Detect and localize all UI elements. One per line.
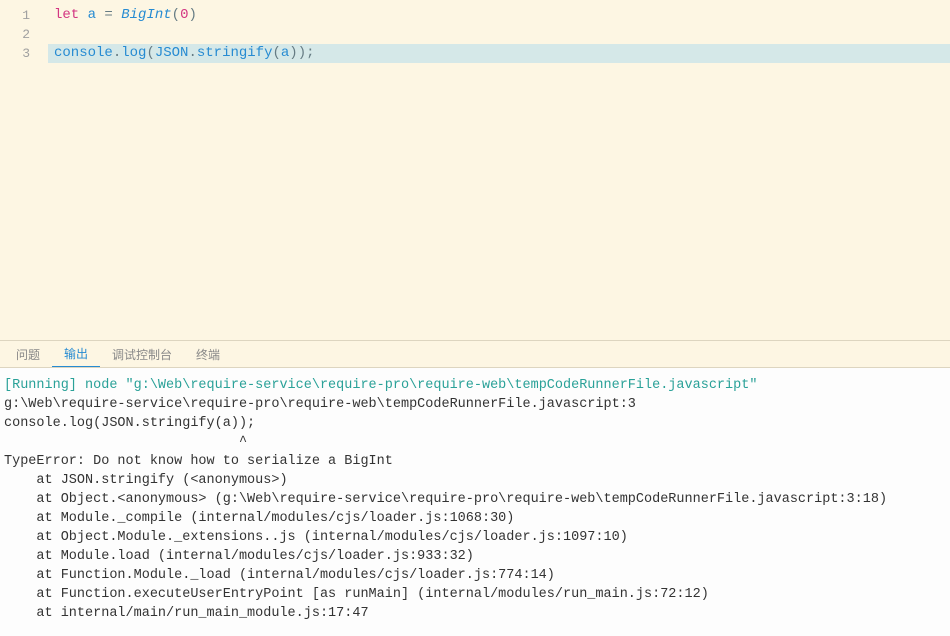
- tab-output[interactable]: 输出: [52, 341, 100, 367]
- output-code-echo: console.log(JSON.stringify(a));: [4, 414, 946, 433]
- panel-tab-bar: 问题 输出 调试控制台 终端: [0, 340, 950, 368]
- code-content[interactable]: let a = BigInt(0) console.log(JSON.strin…: [48, 0, 950, 340]
- code-line-2[interactable]: [48, 25, 950, 44]
- object-console: console: [54, 45, 113, 61]
- stack-frame: at Module._compile (internal/modules/cjs…: [4, 509, 946, 528]
- output-running-line: [Running] node "g:\Web\require-service\r…: [4, 376, 946, 395]
- code-line-3[interactable]: console.log(JSON.stringify(a));: [48, 44, 950, 63]
- keyword-let: let: [54, 7, 79, 23]
- stack-frame: at Module.load (internal/modules/cjs/loa…: [4, 547, 946, 566]
- method-stringify: stringify: [197, 45, 273, 61]
- output-caret: ^: [4, 433, 946, 452]
- error-title: TypeError: Do not know how to serialize …: [4, 452, 946, 471]
- code-editor[interactable]: 1 2 3 let a = BigInt(0) console.log(JSON…: [0, 0, 950, 340]
- variable-a: a: [88, 7, 96, 23]
- method-log: log: [121, 45, 146, 61]
- stack-frame: at Function.executeUserEntryPoint [as ru…: [4, 585, 946, 604]
- code-line-1[interactable]: let a = BigInt(0): [48, 6, 950, 25]
- line-number: 1: [0, 6, 30, 25]
- stack-frame: at internal/main/run_main_module.js:17:4…: [4, 604, 946, 623]
- output-file-path: g:\Web\require-service\require-pro\requi…: [4, 395, 946, 414]
- stack-frame: at JSON.stringify (<anonymous>): [4, 471, 946, 490]
- tab-terminal[interactable]: 终端: [184, 341, 232, 367]
- line-number: 3: [0, 44, 30, 63]
- running-label: [Running]: [4, 378, 85, 393]
- stack-frame: at Object.<anonymous> (g:\Web\require-se…: [4, 490, 946, 509]
- stack-frame: at Function.Module._load (internal/modul…: [4, 566, 946, 585]
- object-json: JSON: [155, 45, 189, 61]
- line-number-gutter: 1 2 3: [0, 0, 48, 340]
- line-number: 2: [0, 25, 30, 44]
- tab-problems[interactable]: 问题: [4, 341, 52, 367]
- function-bigint: BigInt: [121, 7, 171, 23]
- output-panel[interactable]: [Running] node "g:\Web\require-service\r…: [0, 368, 950, 636]
- tab-debug-console[interactable]: 调试控制台: [100, 341, 184, 367]
- stack-frame: at Object.Module._extensions..js (intern…: [4, 528, 946, 547]
- running-command: node "g:\Web\require-service\require-pro…: [85, 378, 757, 393]
